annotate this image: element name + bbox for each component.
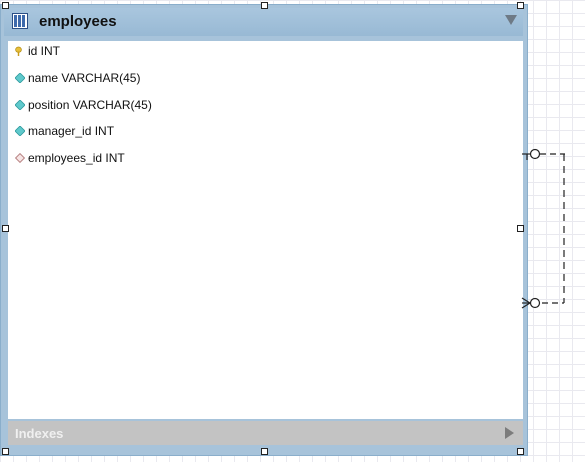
diagram-canvas[interactable]: employees id INT name VARCHAR(45) positi… (0, 0, 585, 462)
optional-circle-icon (529, 148, 541, 160)
relationship-connector[interactable] (0, 0, 585, 462)
crows-foot-icon (521, 297, 531, 304)
